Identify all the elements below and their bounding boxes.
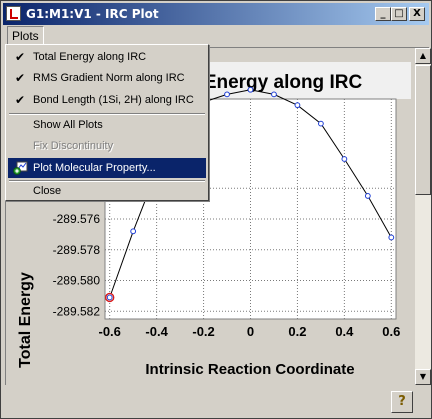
x-tick-label: -0.4 xyxy=(145,324,168,339)
y-tick-label: -289.582 xyxy=(53,304,101,318)
scroll-down-button[interactable]: ▼ xyxy=(415,369,431,385)
maximize-button[interactable]: □ xyxy=(391,7,407,21)
data-point xyxy=(388,234,395,241)
x-axis-label: Intrinsic Reaction Coordinate xyxy=(145,361,354,378)
x-tick-label: 0.4 xyxy=(335,324,354,339)
plot-property-icon xyxy=(13,161,28,175)
scroll-thumb[interactable] xyxy=(415,65,431,195)
data-point xyxy=(294,102,301,109)
x-tick-label: -0.2 xyxy=(192,324,214,339)
menu-item-label: RMS Gradient Norm along IRC xyxy=(33,72,185,84)
data-point xyxy=(364,193,371,199)
minimize-button[interactable]: _ xyxy=(375,7,391,21)
menu-item-rms-gradient[interactable]: ✔ RMS Gradient Norm along IRC xyxy=(8,68,206,88)
plots-menu[interactable]: Plots xyxy=(7,26,44,45)
x-tick-label: -0.6 xyxy=(98,324,120,339)
data-point xyxy=(224,91,230,98)
menu-item-label: Bond Length (1Si, 2H) along IRC xyxy=(33,94,194,106)
check-icon: ✔ xyxy=(15,50,26,64)
check-icon: ✔ xyxy=(15,71,26,85)
menu-item-fix-discontinuity: Fix Discontinuity xyxy=(8,136,206,156)
menu-item-total-energy[interactable]: ✔ Total Energy along IRC xyxy=(8,47,206,67)
data-point xyxy=(341,156,348,162)
vertical-scrollbar[interactable]: ▲ ▼ xyxy=(415,48,431,385)
status-bar: ? xyxy=(3,385,429,417)
y-tick-label: -289.576 xyxy=(53,212,101,226)
x-tick-label: 0 xyxy=(247,324,254,339)
irc-plot-window: G1:M1:V1 - IRC Plot _ □ X Plots Energy a… xyxy=(0,0,432,419)
menu-item-label: Show All Plots xyxy=(33,119,103,131)
app-icon[interactable] xyxy=(6,6,21,21)
help-button[interactable]: ? xyxy=(391,391,413,413)
close-button[interactable]: X xyxy=(409,7,425,21)
y-tick-label: -289.580 xyxy=(53,274,101,288)
menu-item-show-all-plots[interactable]: Show All Plots xyxy=(8,115,206,135)
menu-item-label: Plot Molecular Property... xyxy=(33,162,156,174)
title-bar[interactable]: G1:M1:V1 - IRC Plot _ □ X xyxy=(3,3,429,25)
menu-item-plot-molecular-property[interactable]: Plot Molecular Property... xyxy=(8,158,206,178)
y-axis-label: Total Energy xyxy=(17,272,34,368)
chart-title: Energy along IRC xyxy=(204,72,363,93)
data-point xyxy=(247,86,254,93)
menu-item-bond-length[interactable]: ✔ Bond Length (1Si, 2H) along IRC xyxy=(8,90,206,110)
data-point xyxy=(130,228,137,235)
data-point xyxy=(318,120,324,127)
plots-dropdown-menu: ✔ Total Energy along IRC ✔ RMS Gradient … xyxy=(5,44,209,201)
scroll-up-button[interactable]: ▲ xyxy=(415,48,431,64)
menu-item-close[interactable]: Close xyxy=(8,181,206,201)
data-point xyxy=(106,294,113,301)
data-point xyxy=(271,91,277,98)
menu-item-label: Total Energy along IRC xyxy=(33,51,147,63)
menu-item-label: Fix Discontinuity xyxy=(33,140,114,152)
x-tick-label: 0.2 xyxy=(288,324,306,339)
menu-bar: Plots xyxy=(3,26,429,45)
menu-item-label: Close xyxy=(33,185,62,197)
check-icon: ✔ xyxy=(15,93,26,107)
window-title: G1:M1:V1 - IRC Plot xyxy=(26,7,159,21)
x-tick-label: 0.6 xyxy=(382,324,400,339)
y-tick-label: -289.578 xyxy=(53,243,101,257)
